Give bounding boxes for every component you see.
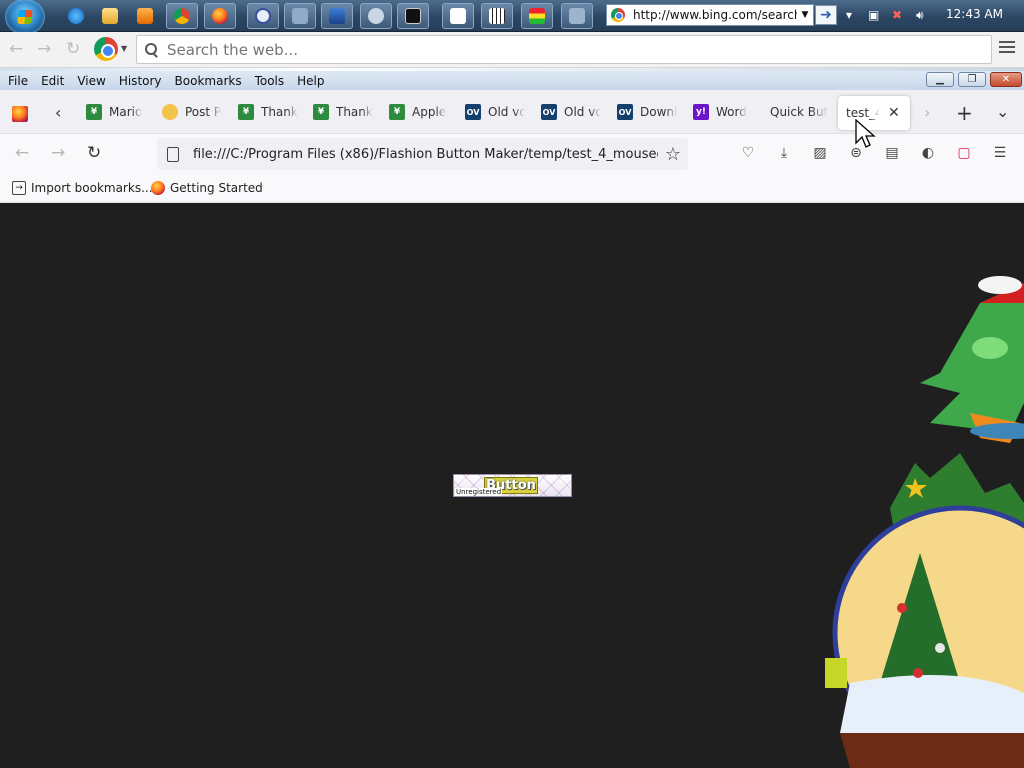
firefox-view-icon[interactable] bbox=[12, 102, 28, 126]
piano-icon[interactable] bbox=[481, 3, 513, 29]
url-text[interactable]: file:///C:/Program Files (x86)/Flashion … bbox=[193, 147, 658, 162]
extension-3-icon[interactable]: ▤ bbox=[882, 143, 902, 163]
tab-6[interactable]: OV Old vo bbox=[541, 100, 601, 124]
menu-bookmarks[interactable]: Bookmarks bbox=[173, 74, 244, 88]
menu-bar: File Edit View History Bookmarks Tools H… bbox=[0, 71, 1024, 90]
chrome-toolbar: ← → ↻ ▼ bbox=[0, 32, 1024, 68]
firefox-icon bbox=[151, 181, 165, 195]
yahoo-news-icon: ¥ bbox=[313, 104, 329, 120]
notepad-icon[interactable] bbox=[442, 3, 474, 29]
forward-arrow-icon[interactable]: → bbox=[51, 143, 65, 163]
menu-history[interactable]: History bbox=[117, 74, 164, 88]
taskbar-address-bar[interactable]: http://www.bing.com/search? ▼ bbox=[606, 4, 814, 26]
back-arrow-icon[interactable]: ← bbox=[15, 143, 29, 163]
network-error-icon[interactable]: ✖ bbox=[892, 8, 902, 22]
unregistered-watermark: Unregistered bbox=[455, 488, 503, 496]
yahoo-icon: y! bbox=[693, 104, 709, 120]
tab-scroll-right-icon[interactable]: › bbox=[924, 103, 930, 122]
pocket-icon[interactable]: ♡ bbox=[738, 143, 758, 163]
go-arrow-icon[interactable]: ➜ bbox=[815, 5, 837, 25]
extension-red-icon[interactable]: ▢ bbox=[954, 143, 974, 163]
downloads-icon[interactable]: ⤓ bbox=[774, 143, 794, 163]
chevron-down-icon[interactable]: ▼ bbox=[797, 10, 813, 20]
close-tab-icon[interactable]: ✕ bbox=[888, 105, 900, 121]
import-icon: → bbox=[12, 181, 26, 195]
emoji-face-icon bbox=[162, 104, 178, 120]
christmas-artwork bbox=[825, 276, 1024, 768]
tab-7[interactable]: OV Downl bbox=[617, 100, 677, 124]
url-bar[interactable]: file:///C:/Program Files (x86)/Flashion … bbox=[157, 138, 688, 170]
bookmark-star-icon[interactable]: ☆ bbox=[658, 144, 688, 165]
clock[interactable]: 12:43 AM bbox=[946, 7, 1003, 21]
chrome-icon[interactable] bbox=[166, 3, 198, 29]
extension-4-icon[interactable]: ◐ bbox=[918, 143, 938, 163]
tab-9[interactable]: Quick Butt bbox=[770, 100, 828, 124]
tab-2[interactable]: ¥ Thank bbox=[238, 100, 298, 124]
firefox-icon[interactable] bbox=[204, 3, 236, 29]
internet-explorer-icon[interactable] bbox=[60, 3, 92, 29]
network-tool-icon[interactable] bbox=[561, 3, 593, 29]
yahoo-news-icon: ¥ bbox=[238, 104, 254, 120]
google-icon bbox=[611, 8, 625, 22]
search-icon bbox=[145, 42, 159, 57]
chrome-logo-icon[interactable] bbox=[94, 37, 118, 61]
windows-taskbar: http://www.bing.com/search? ▼ ➜ ▾ ▣ ✖ 🔊︎… bbox=[0, 0, 1024, 35]
taskbar-address-text[interactable]: http://www.bing.com/search? bbox=[629, 8, 797, 22]
tab-3[interactable]: ¥ Thank bbox=[313, 100, 373, 124]
bookmark-import[interactable]: → Import bookmarks... bbox=[12, 181, 153, 195]
list-all-tabs-icon[interactable]: ⌄ bbox=[996, 102, 1009, 121]
tab-8[interactable]: y! Word bbox=[693, 100, 753, 124]
app-hawk-icon[interactable] bbox=[284, 3, 316, 29]
forward-arrow-icon[interactable]: → bbox=[37, 39, 51, 59]
ov-site-icon: OV bbox=[541, 104, 557, 120]
green-tree-character-icon bbox=[920, 276, 1024, 443]
menu-help[interactable]: Help bbox=[295, 74, 326, 88]
ov-site-icon: OV bbox=[617, 104, 633, 120]
bookmark-getting-started[interactable]: Getting Started bbox=[151, 181, 263, 195]
web-search-box[interactable] bbox=[136, 35, 992, 64]
app-paint-icon[interactable] bbox=[360, 3, 392, 29]
media-player-icon[interactable] bbox=[129, 3, 161, 29]
7zip-icon[interactable] bbox=[397, 3, 429, 29]
reload-icon[interactable]: ↻ bbox=[87, 143, 101, 163]
flash-button[interactable]: Button Unregistered bbox=[453, 474, 572, 497]
extension-icon[interactable]: ▨ bbox=[810, 143, 830, 163]
yahoo-news-icon: ¥ bbox=[389, 104, 405, 120]
page-content: Button Unregistered bbox=[0, 203, 1024, 768]
app-a-icon[interactable] bbox=[247, 3, 279, 29]
chevron-down-icon[interactable]: ▼ bbox=[121, 44, 127, 53]
ov-site-icon: OV bbox=[465, 104, 481, 120]
menu-view[interactable]: View bbox=[75, 74, 107, 88]
app-menu-icon[interactable]: ☰ bbox=[990, 143, 1010, 163]
bookmarks-toolbar: → Import bookmarks... Getting Started bbox=[0, 174, 1024, 203]
snow-globe-icon bbox=[825, 453, 1024, 768]
app-edit-icon[interactable] bbox=[321, 3, 353, 29]
new-tab-icon[interactable]: + bbox=[956, 101, 973, 125]
file-explorer-icon[interactable] bbox=[94, 3, 126, 29]
volume-icon[interactable]: 🔊︎ bbox=[916, 8, 924, 23]
color-bars-icon[interactable] bbox=[521, 3, 553, 29]
menu-tools[interactable]: Tools bbox=[253, 74, 287, 88]
tab-0[interactable]: ¥ Mario bbox=[86, 100, 146, 124]
web-search-input[interactable] bbox=[167, 40, 991, 59]
tab-4[interactable]: ¥ Apple bbox=[389, 100, 449, 124]
tab-scroll-left-icon[interactable]: ‹ bbox=[55, 103, 61, 122]
tab-1[interactable]: Post P bbox=[162, 100, 222, 124]
tray-monitor-icon[interactable]: ▣ bbox=[868, 8, 879, 22]
tab-5[interactable]: OV Old vo bbox=[465, 100, 525, 124]
back-arrow-icon[interactable]: ← bbox=[9, 39, 23, 59]
yahoo-news-icon: ¥ bbox=[86, 104, 102, 120]
mouse-cursor-icon bbox=[855, 119, 876, 148]
page-icon bbox=[167, 146, 179, 162]
maximize-button[interactable]: ❐ bbox=[958, 72, 986, 87]
minimize-button[interactable]: ▁ bbox=[926, 72, 954, 87]
start-orb-icon[interactable] bbox=[5, 0, 45, 35]
menu-file[interactable]: File bbox=[6, 74, 30, 88]
tray-expand-icon[interactable]: ▾ bbox=[846, 8, 852, 22]
hamburger-menu-icon[interactable] bbox=[999, 41, 1015, 57]
menu-edit[interactable]: Edit bbox=[39, 74, 66, 88]
reload-icon[interactable]: ↻ bbox=[66, 39, 80, 59]
close-window-button[interactable]: ✕ bbox=[990, 72, 1022, 87]
